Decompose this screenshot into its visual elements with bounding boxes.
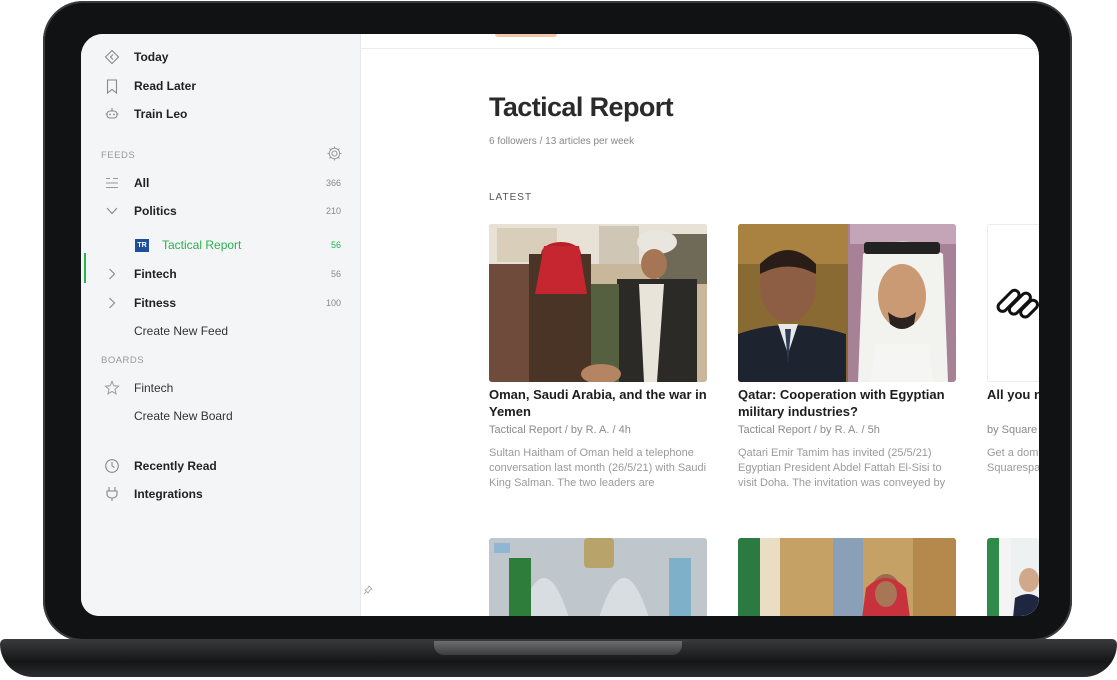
article-summary: Sultan Haitham of Oman held a telephone … (489, 447, 707, 489)
today-icon (103, 48, 121, 66)
leo-icon (103, 105, 121, 123)
sidebar-item-label: Read Later (134, 79, 197, 93)
sidebar-item-today[interactable]: Today (81, 45, 361, 69)
sidebar-item-label: Fitness (134, 296, 177, 310)
gear-icon[interactable] (326, 145, 343, 167)
feed-count: 100 (325, 298, 341, 308)
feed-count: 56 (330, 269, 341, 279)
latest-section-label: LATEST (489, 192, 533, 203)
article-thumbnail[interactable] (489, 224, 707, 382)
sidebar-item-label: Integrations (134, 487, 203, 501)
article-thumbnail[interactable] (987, 224, 1039, 382)
sidebar-feed-fintech[interactable]: Fintech 56 (81, 262, 361, 286)
plug-icon (103, 485, 121, 503)
sidebar-item-integrations[interactable]: Integrations (81, 482, 361, 506)
top-divider (361, 48, 1039, 49)
sidebar-item-label: Politics (134, 204, 177, 218)
sidebar-item-label: Train Leo (134, 107, 188, 121)
chevron-right-icon[interactable] (103, 265, 121, 283)
article-thumbnail[interactable] (987, 538, 1039, 616)
create-new-board-link[interactable]: Create New Board (81, 404, 361, 428)
article-title[interactable]: Qatar: Cooperation with Egyptian militar… (738, 386, 956, 420)
sidebar-item-label: Recently Read (134, 459, 217, 473)
article-thumbnail[interactable] (738, 224, 956, 382)
sidebar-board-fintech[interactable]: Fintech (81, 376, 361, 400)
chevron-right-icon[interactable] (103, 294, 121, 312)
page-title: Tactical Report (489, 92, 674, 122)
sidebar-feed-fitness[interactable]: Fitness 100 (81, 291, 361, 315)
feed-count: 210 (325, 206, 341, 216)
article-title[interactable]: All you n (987, 386, 1039, 403)
list-icon (103, 174, 121, 192)
article-summary: Qatari Emir Tamim has invited (25/5/21) … (738, 447, 946, 489)
sidebar-feed-politics[interactable]: Politics 210 (81, 199, 361, 223)
sidebar-item-read-later[interactable]: Read Later (81, 74, 361, 98)
feed-meta: 6 followers / 13 articles per week (489, 136, 635, 147)
clock-icon (103, 457, 121, 475)
sidebar: Today Read Later Train Leo FEEDS All 366 (81, 34, 361, 616)
article-byline: by Square (987, 424, 1038, 436)
feeds-section-label: FEEDS (101, 150, 136, 161)
app-screen: Today Read Later Train Leo FEEDS All 366 (81, 34, 1039, 616)
article-thumbnail[interactable] (738, 538, 956, 616)
tactical-report-logo: TR (135, 238, 149, 252)
article-byline: Tactical Report / by R. A. / 5h (738, 424, 880, 436)
sidebar-item-label: Fintech (134, 267, 177, 281)
article-summary: Get a dom Squarespa (987, 447, 1039, 474)
chevron-down-icon[interactable] (103, 202, 121, 220)
sidebar-item-label: Today (134, 50, 169, 64)
sidebar-item-recently-read[interactable]: Recently Read (81, 454, 361, 478)
create-new-feed-link[interactable]: Create New Feed (81, 319, 361, 343)
create-new-board-label: Create New Board (134, 409, 233, 423)
bookmark-icon (103, 77, 121, 95)
laptop-notch (434, 641, 682, 655)
boards-section-label: BOARDS (101, 355, 145, 366)
star-icon (103, 379, 121, 397)
article-thumbnail[interactable] (489, 538, 707, 616)
sidebar-item-train-leo[interactable]: Train Leo (81, 102, 361, 126)
sidebar-feed-all[interactable]: All 366 (81, 171, 361, 195)
feed-count: 56 (330, 240, 341, 250)
pin-icon[interactable] (363, 582, 373, 600)
sidebar-item-label: All (134, 176, 150, 190)
article-byline: Tactical Report / by R. A. / 4h (489, 424, 631, 436)
feed-count: 366 (325, 178, 341, 188)
article-title[interactable]: Oman, Saudi Arabia, and the war in Yemen (489, 386, 707, 420)
create-new-feed-label: Create New Feed (134, 324, 229, 338)
top-tab-indicator (495, 34, 557, 37)
sidebar-item-label: Fintech (134, 381, 174, 395)
sidebar-feed-tactical-report[interactable]: TR Tactical Report 56 (81, 233, 361, 257)
sidebar-item-label: Tactical Report (162, 238, 242, 252)
